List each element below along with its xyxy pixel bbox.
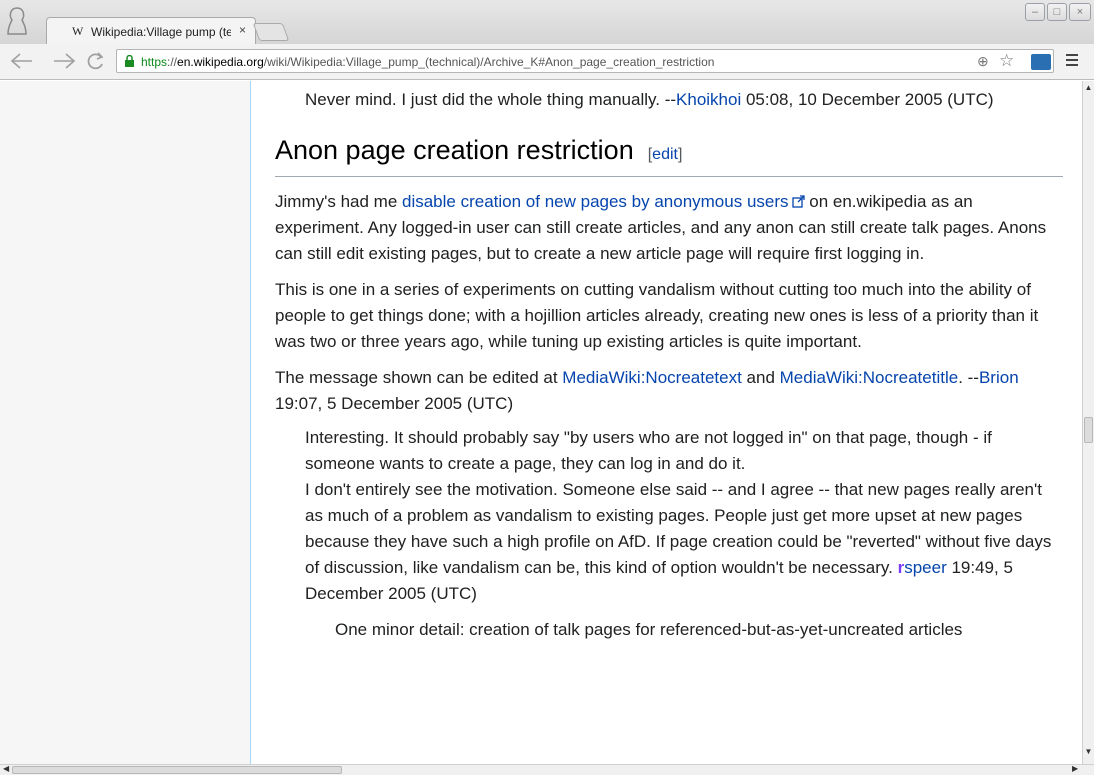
extension-icon[interactable] (1031, 54, 1051, 70)
url-separator: :// (167, 55, 178, 69)
address-bar[interactable]: https://en.wikipedia.org/wiki/Wikipedia:… (116, 49, 1054, 73)
article-body: Never mind. I just did the whole thing m… (275, 87, 1063, 643)
horizontal-scrollbar[interactable]: ◀ ▶ (0, 764, 1094, 775)
url-path: /wiki/Wikipedia:Village_pump_(technical)… (263, 55, 715, 69)
edit-section: [edit] (647, 146, 683, 163)
section-heading: Anon page creation restriction [edit] (275, 133, 1063, 177)
menu-icon[interactable] (1066, 54, 1078, 66)
link-nocreatetitle[interactable]: MediaWiki:Nocreatetitle (780, 368, 959, 387)
reply-3: One minor detail: creation of talk pages… (335, 620, 963, 639)
url-host: en.wikipedia.org (177, 55, 264, 69)
maximize-button[interactable]: □ (1047, 3, 1067, 21)
tab-close-icon[interactable]: × (239, 23, 246, 37)
top-comment: Never mind. I just did the whole thing m… (305, 90, 994, 109)
minimize-button[interactable]: – (1025, 3, 1045, 21)
article-content: Never mind. I just did the whole thing m… (250, 81, 1082, 764)
user-link-khoikhoi[interactable]: Khoikhoi (676, 90, 741, 109)
reply-1: Interesting. It should probably say "by … (305, 428, 992, 473)
reply-2: I don't entirely see the motivation. Som… (305, 480, 1052, 603)
vertical-scroll-thumb[interactable] (1084, 417, 1093, 443)
browser-toolbar: https://en.wikipedia.org/wiki/Wikipedia:… (0, 44, 1094, 80)
section-title: Anon page creation restriction (275, 135, 634, 165)
user-link-rspeer[interactable]: rspeer (898, 558, 947, 577)
forward-icon[interactable] (52, 52, 76, 70)
scroll-up-icon[interactable]: ▲ (1084, 83, 1093, 92)
external-link-icon (791, 195, 805, 208)
lock-icon (125, 55, 134, 67)
new-tab-button[interactable] (252, 23, 290, 41)
paragraph-1: Jimmy's had me disable creation of new p… (275, 192, 1047, 263)
back-icon[interactable] (10, 52, 34, 70)
vertical-scrollbar[interactable]: ▲ ▼ (1082, 81, 1094, 764)
horizontal-scroll-thumb[interactable] (12, 766, 342, 774)
scroll-right-icon[interactable]: ▶ (1072, 764, 1078, 773)
external-link-disable-creation[interactable]: disable creation of new pages by anonymo… (402, 192, 805, 211)
scroll-down-icon[interactable]: ▼ (1084, 747, 1093, 756)
page-viewport: Never mind. I just did the whole thing m… (0, 81, 1082, 764)
reload-icon[interactable] (86, 51, 106, 71)
wikipedia-favicon-icon: W (72, 24, 84, 38)
star-icon[interactable]: ☆ (999, 51, 1014, 71)
browser-tab[interactable]: W Wikipedia:Village pump (te × (46, 17, 256, 45)
edit-section-link[interactable]: edit (652, 146, 678, 163)
browser-titlebar: W Wikipedia:Village pump (te × – □ × (0, 0, 1094, 45)
paragraph-3: The message shown can be edited at Media… (275, 368, 1019, 413)
scroll-left-icon[interactable]: ◀ (3, 764, 9, 773)
link-nocreatetext[interactable]: MediaWiki:Nocreatetext (562, 368, 742, 387)
paragraph-2: This is one in a series of experiments o… (275, 280, 1039, 351)
profile-icon[interactable] (5, 6, 29, 36)
url-scheme: https (141, 55, 168, 69)
close-window-button[interactable]: × (1069, 3, 1091, 21)
user-link-brion[interactable]: Brion (979, 368, 1019, 387)
zoom-icon[interactable]: ⊕ (977, 53, 989, 70)
tab-title: Wikipedia:Village pump (te (91, 25, 231, 39)
url-text: https://en.wikipedia.org/wiki/Wikipedia:… (141, 55, 714, 69)
